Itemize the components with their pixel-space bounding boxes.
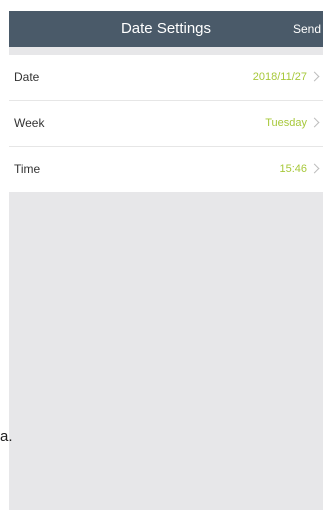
week-label: Week bbox=[14, 116, 45, 130]
week-value: Tuesday bbox=[265, 117, 307, 129]
send-button[interactable]: Send bbox=[293, 11, 321, 47]
date-label: Date bbox=[14, 70, 40, 84]
chevron-right-icon bbox=[309, 71, 320, 82]
settings-list: Date 2018/11/27 Week Tuesday Time 15:46 bbox=[9, 55, 323, 192]
time-label: Time bbox=[14, 162, 41, 176]
chevron-right-icon bbox=[309, 163, 320, 174]
page: Date Settings Send Date 2018/11/27 Week … bbox=[0, 0, 323, 510]
navigation-bar: Date Settings Send bbox=[9, 11, 323, 47]
date-value: 2018/11/27 bbox=[252, 71, 307, 83]
time-row[interactable]: Time 15:46 bbox=[9, 147, 323, 192]
stray-text: a. bbox=[0, 428, 13, 445]
week-row[interactable]: Week Tuesday bbox=[9, 101, 323, 147]
chevron-right-icon bbox=[309, 117, 320, 128]
app-screen: Date Settings Send Date 2018/11/27 Week … bbox=[9, 11, 323, 510]
time-value: 15:46 bbox=[279, 163, 307, 175]
page-title: Date Settings bbox=[120, 20, 212, 37]
date-row[interactable]: Date 2018/11/27 bbox=[9, 55, 323, 101]
